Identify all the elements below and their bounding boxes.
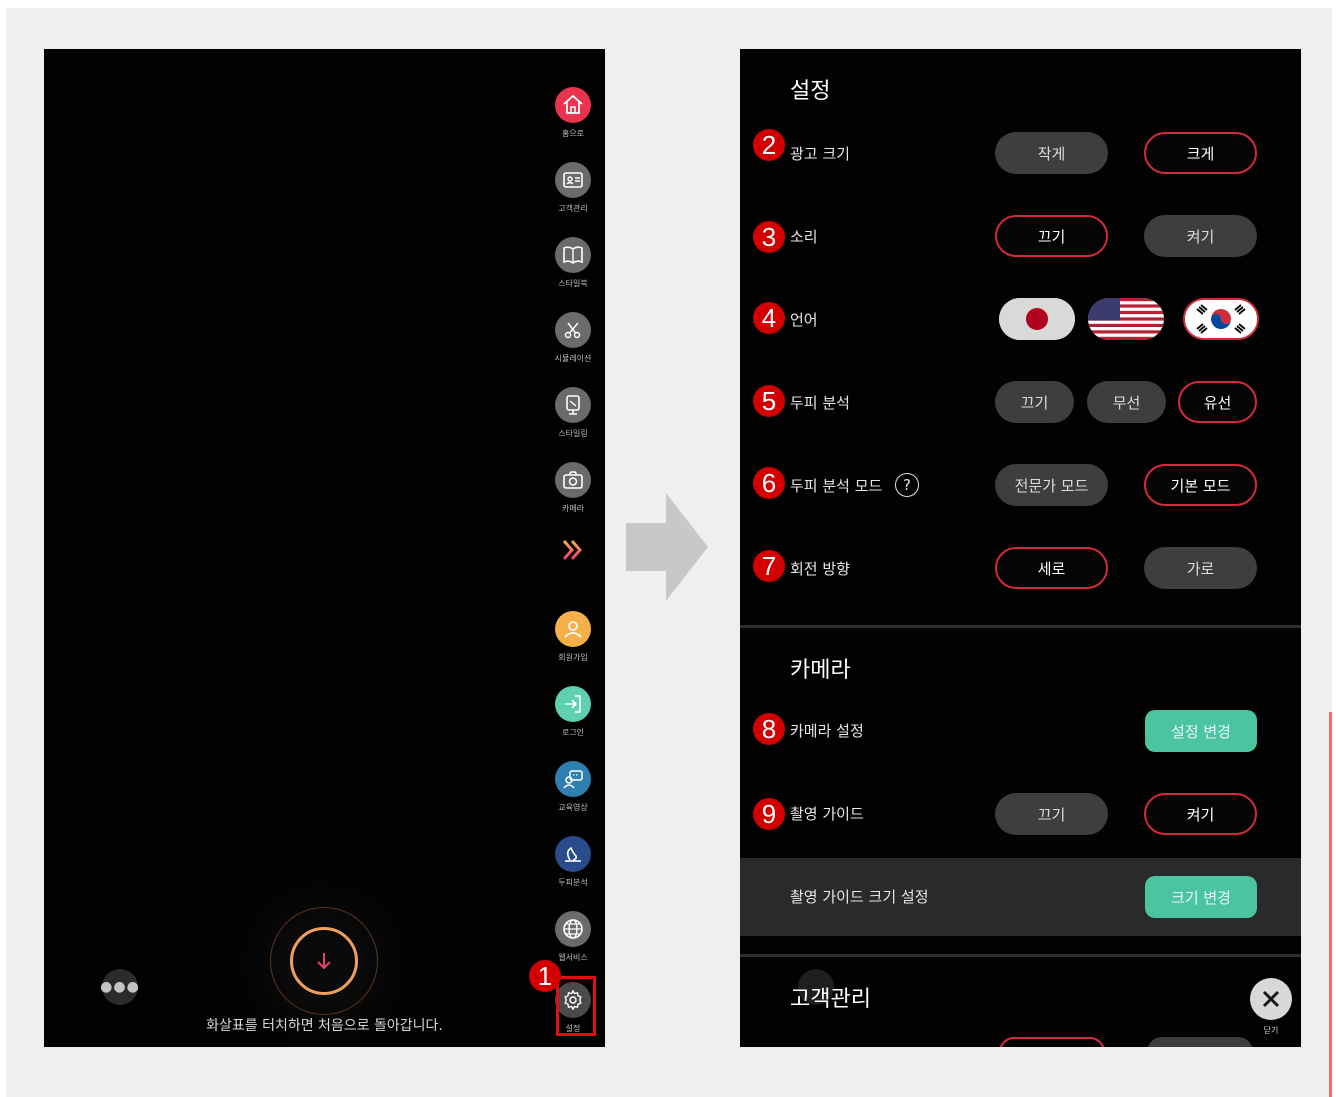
close-icon [1262, 990, 1280, 1008]
guide-size-change-button[interactable]: 크기 변경 [1145, 876, 1257, 918]
camera-section-title: 카메라 [790, 658, 851, 683]
camera-settings-change-button[interactable]: 설정 변경 [1145, 710, 1257, 752]
sound-on-button[interactable]: 켜기 [1144, 215, 1257, 257]
menu-label-customer: 고객관리 [558, 204, 588, 213]
close-button[interactable] [1250, 978, 1292, 1020]
main-screen: 홈으로 고객관리 스타일북 시뮬레이션 스타일링 카메라 회원가입 로그인 교육… [44, 49, 605, 1047]
step-badge-4: 4 [753, 302, 785, 334]
close-label: 닫기 [1263, 1026, 1279, 1035]
step-badge-7: 7 [753, 550, 785, 582]
transition-arrow-icon [626, 493, 708, 601]
ad-size-small-button[interactable]: 작게 [995, 132, 1108, 174]
scalp-mode-label: 두피 분석 모드 [790, 477, 883, 495]
chevron-double-right-icon [562, 540, 583, 560]
mirror-icon [555, 387, 591, 423]
menu-item-camera[interactable]: 카메라 [552, 462, 594, 522]
step-badge-1: 1 [529, 960, 561, 992]
step-badge-6: 6 [753, 467, 785, 499]
settings-screen: 설정 광고 크기 작게 크게 소리 끄기 켜기 언어 두피 분석 끄기 무선 유… [740, 49, 1301, 1047]
scalp-icon [555, 836, 591, 872]
menu-label-scalp-analysis: 두피분석 [558, 878, 588, 887]
menu-item-customer[interactable]: 고객관리 [552, 162, 594, 222]
japan-flag-icon [999, 298, 1075, 340]
language-english-button[interactable] [1088, 298, 1164, 340]
scalp-analysis-wireless-button[interactable]: 무선 [1087, 381, 1166, 423]
guide-size-label: 촬영 가이드 크기 설정 [790, 888, 929, 906]
scissors-icon [555, 312, 591, 348]
rotation-portrait-button[interactable]: 세로 [995, 547, 1108, 589]
menu-label-login: 로그인 [561, 728, 585, 737]
video-chat-icon [555, 761, 591, 797]
korea-flag-icon [1185, 300, 1257, 338]
step-badge-5: 5 [753, 385, 785, 417]
book-icon [555, 237, 591, 273]
language-japanese-button[interactable] [999, 298, 1075, 340]
home-icon [555, 87, 591, 123]
login-icon [555, 686, 591, 722]
menu-item-login[interactable]: 로그인 [552, 686, 594, 746]
step-badge-8: 8 [753, 713, 785, 745]
menu-label-signup: 회원가입 [558, 653, 588, 662]
menu-label-camera: 카메라 [561, 504, 585, 513]
menu-item-scalp-analysis[interactable]: 두피분석 [552, 836, 594, 896]
customer-section-title: 고객관리 [790, 987, 871, 1012]
sound-off-button[interactable]: 끄기 [995, 215, 1108, 257]
step-badge-2: 2 [753, 129, 785, 161]
back-hint-text: 화살표를 터치하면 처음으로 돌아갑니다. [206, 1018, 443, 1034]
menu-label-simulation: 시뮬레이션 [554, 354, 592, 363]
menu-item-home[interactable]: 홈으로 [552, 87, 594, 147]
menu-label-education-video: 교육영상 [558, 803, 588, 812]
menu-label-stylebook: 스타일북 [558, 279, 588, 288]
camera-settings-label: 카메라 설정 [790, 722, 864, 740]
menu-label-styling: 스타일링 [558, 429, 588, 438]
canvas: 홈으로 고객관리 스타일북 시뮬레이션 스타일링 카메라 회원가입 로그인 교육… [0, 0, 1336, 1097]
help-icon[interactable]: ? [895, 473, 919, 497]
rotation-label: 회전 방향 [790, 560, 850, 578]
step-badge-3: 3 [753, 221, 785, 253]
menu-item-signup[interactable]: 회원가입 [552, 611, 594, 671]
peek-option-right [1147, 1037, 1253, 1047]
menu-item-education-video[interactable]: 교육영상 [552, 761, 594, 821]
language-label: 언어 [790, 311, 818, 329]
arrow-down-icon [317, 953, 331, 970]
more-options-button[interactable]: ●●● [100, 969, 140, 1005]
shooting-guide-off-button[interactable]: 끄기 [995, 793, 1108, 835]
usa-flag-icon [1088, 298, 1164, 340]
scalp-analysis-off-button[interactable]: 끄기 [995, 381, 1074, 423]
rotation-landscape-button[interactable]: 가로 [1144, 547, 1257, 589]
ad-size-label: 광고 크기 [790, 145, 850, 163]
more-dots-icon: ●●● [100, 979, 140, 995]
camera-icon [555, 462, 591, 498]
expand-menu-button[interactable] [552, 535, 594, 571]
expert-mode-button[interactable]: 전문가 모드 [995, 464, 1108, 506]
scalp-analysis-label: 두피 분석 [790, 394, 850, 412]
step-badge-9: 9 [753, 798, 785, 830]
menu-label-home: 홈으로 [561, 129, 585, 138]
menu-item-styling[interactable]: 스타일링 [552, 387, 594, 447]
edge-accent-line [1329, 712, 1332, 1097]
shooting-guide-label: 촬영 가이드 [790, 805, 864, 823]
menu-item-simulation[interactable]: 시뮬레이션 [552, 312, 594, 372]
section-divider [740, 625, 1301, 628]
section-divider-2 [740, 954, 1301, 957]
sound-label: 소리 [790, 228, 818, 246]
scalp-analysis-wired-button[interactable]: 유선 [1178, 381, 1257, 423]
menu-item-web-service[interactable]: 웹서비스 [552, 911, 594, 971]
ad-size-large-button[interactable]: 크게 [1144, 132, 1257, 174]
settings-title: 설정 [790, 79, 831, 104]
back-to-start-button[interactable] [290, 927, 358, 995]
shooting-guide-on-button[interactable]: 켜기 [1144, 793, 1257, 835]
globe-icon [555, 911, 591, 947]
menu-item-stylebook[interactable]: 스타일북 [552, 237, 594, 297]
peek-option-left [999, 1037, 1105, 1047]
user-icon [555, 611, 591, 647]
basic-mode-button[interactable]: 기본 모드 [1144, 464, 1257, 506]
settings-highlight-box [556, 976, 596, 1036]
language-korean-button[interactable] [1183, 298, 1259, 340]
id-card-icon [555, 162, 591, 198]
